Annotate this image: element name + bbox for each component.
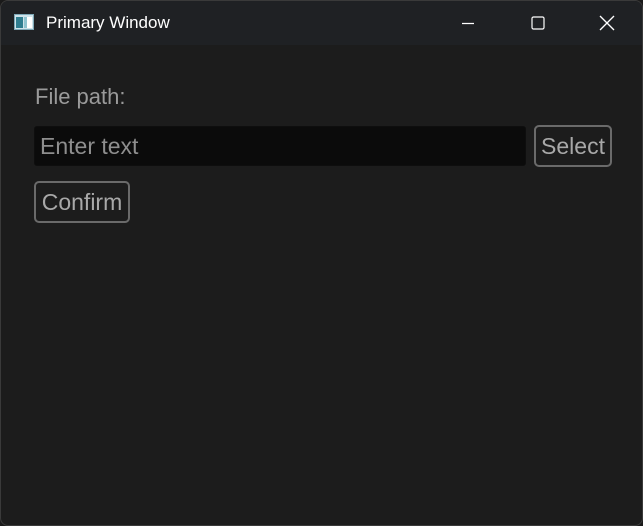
file-path-label: File path:	[35, 84, 126, 109]
close-icon	[599, 15, 615, 31]
title-bar[interactable]: Primary Window	[1, 1, 642, 45]
confirm-button[interactable]: Confirm	[34, 181, 130, 223]
app-window-icon	[14, 14, 34, 30]
select-button[interactable]: Select	[534, 125, 612, 167]
file-path-input[interactable]	[34, 126, 526, 166]
maximize-icon	[531, 16, 545, 30]
maximize-button[interactable]	[503, 1, 573, 45]
minimize-button[interactable]	[433, 1, 503, 45]
minimize-icon	[461, 16, 475, 30]
window-content: File path: Select Confirm	[1, 45, 642, 525]
close-button[interactable]	[572, 1, 642, 45]
window-title: Primary Window	[46, 13, 170, 32]
primary-window: Primary Window File path: Enter text Sel…	[0, 0, 643, 526]
